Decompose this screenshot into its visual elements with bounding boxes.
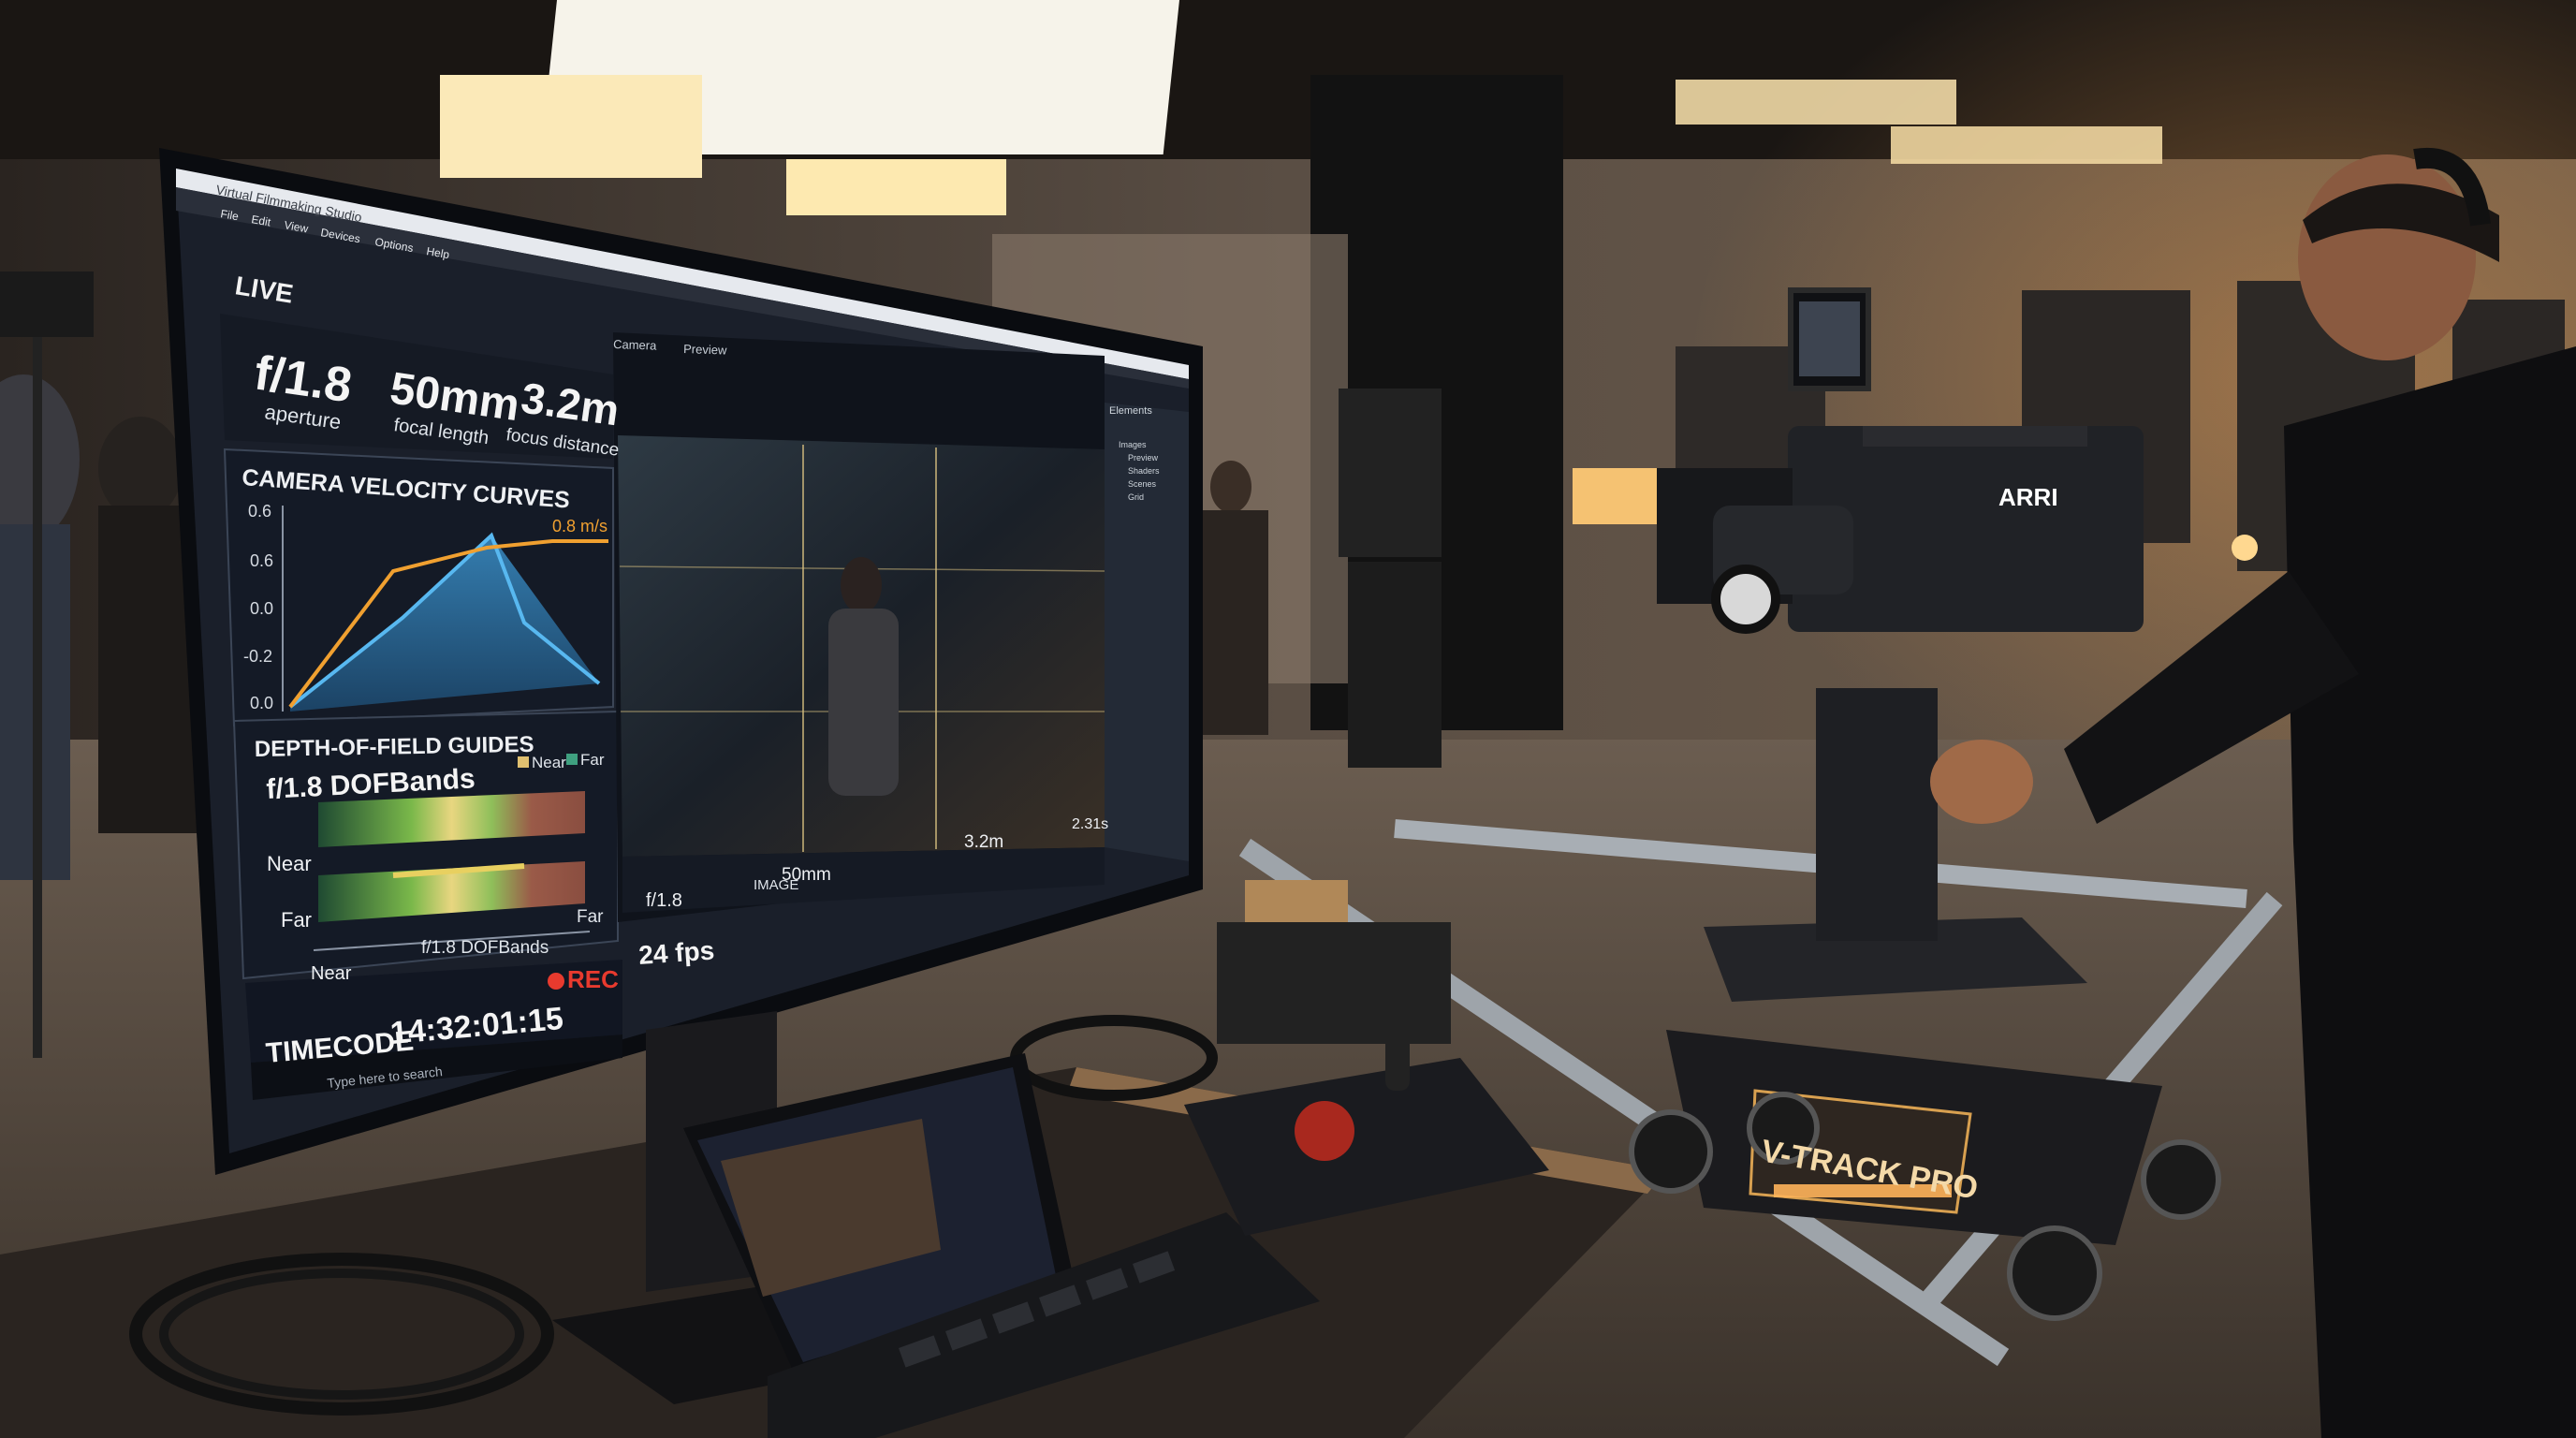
actor-figure (828, 609, 899, 796)
follow-focus (1711, 565, 1780, 634)
velocity-tick: 0.6 (250, 551, 273, 570)
actor-figure (841, 557, 882, 613)
road-case (1217, 922, 1451, 1044)
wall-light (1676, 80, 1956, 125)
crew-member (1210, 461, 1251, 513)
dof-row-near: Near (267, 852, 312, 875)
bulb (2232, 535, 2258, 561)
camera-handle (1863, 426, 2087, 447)
floor-lamp (1573, 468, 1657, 524)
dof-title: DEPTH-OF-FIELD GUIDES (255, 732, 534, 762)
viewer-bottom-f: f/1.8 (646, 890, 682, 911)
elements-item[interactable]: Images (1119, 440, 1147, 449)
dof-legend-near-swatch (518, 756, 529, 768)
wall-light (1891, 126, 2162, 164)
elements-item[interactable]: Preview (1128, 453, 1159, 462)
flag-panel (1348, 562, 1442, 768)
dof-legend-near: Near (532, 754, 566, 771)
ceiling-light (786, 159, 1006, 215)
viewer-tab[interactable]: Camera (613, 337, 658, 353)
elements-item[interactable]: Scenes (1128, 479, 1157, 489)
elements-item[interactable]: Grid (1128, 492, 1144, 502)
dof-row-far: Far (281, 908, 312, 932)
operator-body (2284, 346, 2576, 1438)
operator-hand (1930, 740, 2033, 824)
camera-column (1816, 688, 1938, 941)
velocity-tick: 0.0 (250, 599, 273, 618)
dof-axis-left: Near (311, 963, 352, 984)
viewer-bottom-right: 2.31s (1072, 816, 1108, 832)
crew-member (98, 417, 183, 520)
elements-panel-title: Elements (1109, 405, 1152, 417)
fps-label: 24 fps (637, 935, 715, 970)
velocity-peak-label: 0.8 m/s (552, 517, 607, 536)
crew-member (1203, 510, 1268, 735)
camera-monitor-screen (1799, 301, 1860, 376)
camera-brand-label: ARRI (1998, 483, 2058, 511)
velocity-tick: 0.6 (248, 502, 271, 521)
viewer-tab[interactable]: Preview (683, 342, 727, 358)
trackball (1295, 1101, 1354, 1161)
dolly-wheel (2141, 1139, 2221, 1220)
velocity-tick: 0.0 (250, 694, 273, 712)
dof-legend-far-swatch (566, 754, 578, 765)
dof-axis-right: Far (577, 907, 604, 927)
light-head (0, 271, 94, 337)
rec-dot (548, 973, 564, 990)
viewer-image-label: IMAGE (754, 877, 798, 893)
rec-label: REC (567, 965, 619, 993)
dof-legend-far: Far (580, 751, 605, 769)
light-stand (33, 309, 42, 1058)
velocity-tick: -0.2 (243, 647, 272, 666)
dolly-wheel (1629, 1109, 1713, 1194)
viewer-bottom-focus: 3.2m (964, 832, 1003, 852)
studio-scene: ARRI V-TRACK PRO Virtual Filmmaking Stud… (0, 0, 2576, 1438)
dolly-wheel (2007, 1225, 2102, 1321)
dof-axis-center: f/1.8 DOFBands (421, 938, 549, 958)
ceiling-light (440, 75, 702, 178)
elements-item[interactable]: Shaders (1128, 466, 1160, 476)
flag-panel (1339, 389, 1442, 557)
